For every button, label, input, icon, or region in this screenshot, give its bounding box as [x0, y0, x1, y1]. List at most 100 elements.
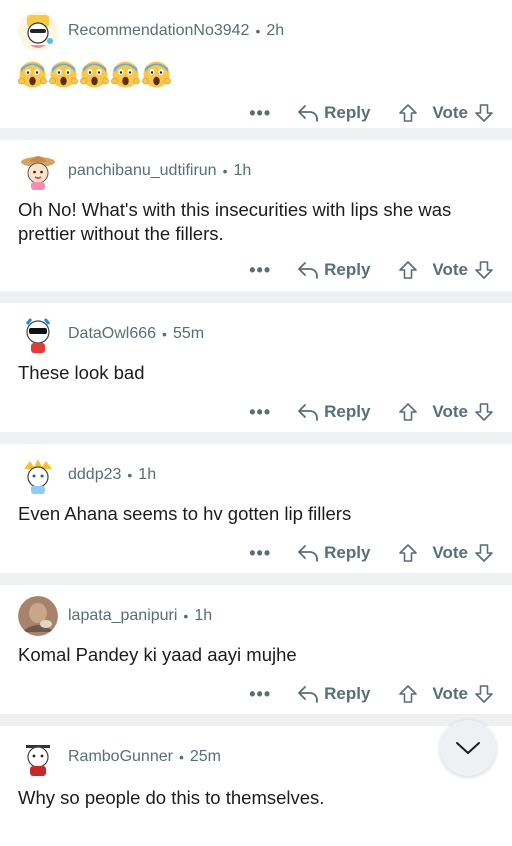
- reply-label: Reply: [324, 260, 371, 279]
- username[interactable]: RecommendationNo3942: [68, 22, 249, 40]
- comment: DataOwl666 • 55m These look bad ••• Repl…: [0, 303, 512, 432]
- comment-header: DataOwl666 • 55m: [18, 303, 494, 355]
- comment-header: panchibanu_udtifirun • 1h: [18, 140, 494, 192]
- screaming-face-icon: [111, 60, 140, 89]
- comment-header: RecommendationNo3942 • 2h: [18, 0, 494, 52]
- vote-label: Vote: [432, 260, 468, 279]
- reply-label: Reply: [324, 684, 371, 703]
- reply-label: Reply: [324, 543, 371, 562]
- vote-controls: Vote: [398, 260, 494, 280]
- timestamp: 1h: [233, 162, 252, 179]
- upvote-arrow-icon[interactable]: [398, 684, 418, 704]
- timestamp: 55m: [172, 325, 205, 342]
- comment: lapata_panipuri • 1h Komal Pandey ki yaa…: [0, 585, 512, 714]
- reply-label: Reply: [324, 103, 371, 122]
- comment-separator: [0, 291, 512, 303]
- timestamp: 25m: [189, 748, 221, 765]
- timestamp: 1h: [194, 607, 213, 624]
- reply-arrow-icon: [298, 105, 319, 122]
- snoo-avatar-icon: [18, 455, 58, 495]
- comment: dddp23 • 1h Even Ahana seems to hv gotte…: [0, 444, 512, 573]
- username[interactable]: panchibanu_udtifirun: [68, 162, 217, 180]
- avatar[interactable]: [18, 151, 58, 191]
- avatar[interactable]: [18, 314, 58, 354]
- reply-arrow-icon: [298, 545, 319, 562]
- upvote-arrow-icon[interactable]: [398, 543, 418, 563]
- comment-actions: ••• Reply Vote: [18, 250, 494, 290]
- screaming-face-icon: [18, 60, 47, 89]
- comment-text: These look bad: [18, 362, 145, 383]
- user-photo-avatar: [18, 596, 58, 636]
- meta-separator: •: [222, 163, 228, 179]
- downvote-arrow-icon[interactable]: [474, 402, 494, 422]
- meta-separator: •: [178, 749, 184, 765]
- comment: RecommendationNo3942 • 2h ••• Reply Vote: [0, 0, 512, 128]
- reply-button[interactable]: Reply: [297, 684, 370, 704]
- more-options-button[interactable]: •••: [249, 544, 271, 562]
- comment-header: dddp23 • 1h: [18, 444, 494, 496]
- comment-separator: [0, 432, 512, 444]
- reply-label: Reply: [324, 402, 371, 421]
- screaming-face-icon: [142, 60, 171, 89]
- comment-actions: ••• Reply Vote: [18, 674, 494, 714]
- comment-text: Why so people do this to themselves.: [18, 787, 325, 808]
- reply-button[interactable]: Reply: [297, 402, 370, 422]
- username[interactable]: dddp23: [68, 466, 121, 484]
- more-options-button[interactable]: •••: [249, 261, 271, 279]
- comment-text: Oh No! What's with this insecurities wit…: [18, 199, 452, 244]
- downvote-arrow-icon[interactable]: [474, 684, 494, 704]
- upvote-arrow-icon[interactable]: [398, 260, 418, 280]
- meta-separator: •: [162, 326, 167, 342]
- reply-button[interactable]: Reply: [297, 103, 370, 123]
- avatar[interactable]: [18, 737, 58, 777]
- comment-text: Even Ahana seems to hv gotten lip filler…: [18, 503, 352, 524]
- reply-arrow-icon: [298, 404, 319, 421]
- more-options-button[interactable]: •••: [249, 403, 271, 421]
- comment-actions: ••• Reply Vote: [18, 533, 494, 573]
- comment-separator: [0, 714, 512, 726]
- meta-separator: •: [127, 467, 133, 483]
- vote-label: Vote: [432, 103, 468, 122]
- vote-controls: Vote: [398, 103, 494, 123]
- snoo-avatar-icon: [18, 151, 58, 191]
- reply-button[interactable]: Reply: [297, 260, 370, 280]
- meta-separator: •: [183, 608, 189, 624]
- reply-button[interactable]: Reply: [297, 543, 370, 563]
- avatar[interactable]: [18, 455, 58, 495]
- comment-separator: [0, 573, 512, 585]
- comment-text: Komal Pandey ki yaad aayi mujhe: [18, 644, 297, 665]
- scroll-down-button[interactable]: [440, 720, 496, 776]
- meta-separator: •: [255, 23, 261, 39]
- comment: RamboGunner • 25m Why so people do this …: [0, 726, 512, 846]
- screaming-face-icon: [80, 60, 109, 89]
- comment-feed: RecommendationNo3942 • 2h ••• Reply Vote…: [0, 0, 512, 846]
- vote-label: Vote: [432, 684, 468, 703]
- comment-actions: ••• Reply Vote: [18, 392, 494, 432]
- comment-header: lapata_panipuri • 1h: [18, 585, 494, 637]
- vote-label: Vote: [432, 543, 468, 562]
- username[interactable]: DataOwl666: [68, 325, 156, 343]
- emoji-row: [18, 52, 494, 89]
- screaming-face-icon: [49, 60, 78, 89]
- upvote-arrow-icon[interactable]: [398, 103, 418, 123]
- more-options-button[interactable]: •••: [249, 685, 271, 703]
- snoo-avatar-icon: [18, 11, 58, 51]
- vote-controls: Vote: [398, 543, 494, 563]
- timestamp: 2h: [266, 22, 285, 39]
- timestamp: 1h: [138, 466, 157, 483]
- vote-label: Vote: [432, 402, 468, 421]
- username[interactable]: lapata_panipuri: [68, 607, 177, 625]
- avatar[interactable]: [18, 596, 58, 636]
- chevron-down-icon: [456, 742, 480, 754]
- username[interactable]: RamboGunner: [68, 748, 173, 766]
- upvote-arrow-icon[interactable]: [398, 402, 418, 422]
- snoo-avatar-icon: [18, 737, 58, 777]
- more-options-button[interactable]: •••: [249, 104, 271, 122]
- downvote-arrow-icon[interactable]: [474, 103, 494, 123]
- reply-arrow-icon: [298, 686, 319, 703]
- downvote-arrow-icon[interactable]: [474, 543, 494, 563]
- downvote-arrow-icon[interactable]: [474, 260, 494, 280]
- vote-controls: Vote: [398, 684, 494, 704]
- avatar[interactable]: [18, 11, 58, 51]
- snoo-avatar-icon: [18, 314, 58, 354]
